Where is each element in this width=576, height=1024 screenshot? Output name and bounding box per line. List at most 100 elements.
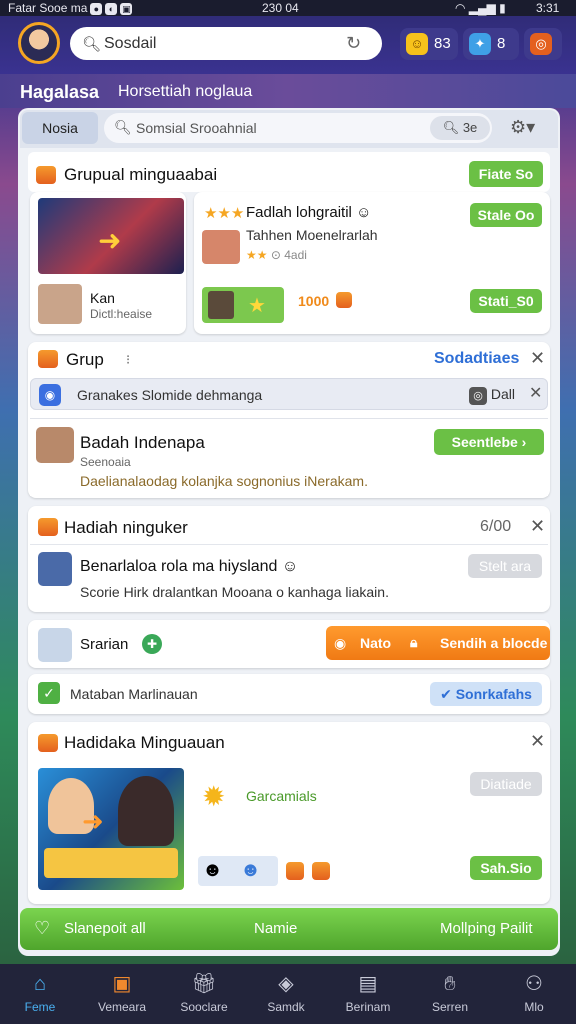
arrow-icon: ➜ bbox=[98, 225, 122, 256]
nav-label: Vemeara bbox=[97, 1000, 147, 1014]
face-icon: ◐ bbox=[105, 3, 118, 15]
collect-button[interactable]: Sah.Sio bbox=[470, 856, 542, 880]
item-desc: Daelianalaodag kolanjka sognonius iNerak… bbox=[80, 473, 368, 489]
box-icon bbox=[38, 350, 58, 368]
section-link[interactable]: Sodadtiaes bbox=[434, 350, 519, 368]
nav-gift[interactable]: 🎁︎ Sooclare bbox=[164, 970, 244, 1014]
nav-people[interactable]: ⚇ Mlo bbox=[494, 970, 574, 1014]
row-label: Srarian bbox=[80, 636, 129, 653]
section-title: Hadidaka Minguauan bbox=[64, 733, 225, 752]
close-icon[interactable]: ✕ bbox=[530, 731, 545, 752]
panel-search-placeholder: Somsial Srooahnial bbox=[136, 120, 257, 136]
refresh-icon[interactable]: ↻ bbox=[346, 33, 361, 54]
section-button[interactable]: Fiate So bbox=[469, 161, 543, 187]
row-label: Mataban Marlinauan bbox=[70, 686, 198, 702]
box-icon bbox=[336, 292, 352, 308]
nav-home[interactable]: ⌂ Feme bbox=[0, 970, 80, 1014]
reward-button[interactable]: Diatiade bbox=[470, 772, 542, 796]
section-title: Grupual minguaabai bbox=[64, 165, 218, 184]
box-icon bbox=[312, 862, 330, 880]
avatar bbox=[38, 284, 82, 324]
nav-label: Serren bbox=[431, 1000, 469, 1014]
nav-label: Feme bbox=[24, 1000, 56, 1014]
gem-counter[interactable]: ✦ 8 bbox=[463, 28, 519, 60]
status-button[interactable]: Stati_S0 bbox=[470, 289, 542, 313]
item-title: Badah Indenapa bbox=[80, 433, 205, 452]
stars-icon: ★★★ bbox=[204, 205, 245, 222]
nav-label: Berinam bbox=[345, 1000, 391, 1014]
reward-title: Fadlah lohgraitil ☺ bbox=[246, 204, 372, 221]
avatar[interactable] bbox=[18, 22, 60, 64]
promo-image: ➜ bbox=[38, 768, 184, 890]
row-button[interactable]: ✔ Sonrkafahs bbox=[430, 682, 542, 706]
bar-center-label[interactable]: Namie bbox=[254, 920, 297, 937]
cube-icon: ◈ bbox=[278, 973, 294, 995]
home-icon: ⌂ bbox=[33, 973, 47, 995]
nav-label: Mlo bbox=[524, 1000, 544, 1014]
friend-sub: Dictl:heaise bbox=[90, 307, 153, 321]
orange-left-label: Nato bbox=[360, 635, 392, 651]
bottom-action-bar[interactable]: ♡ Slanepoit all Namie Mollping Pailit bbox=[20, 908, 558, 950]
special-counter[interactable]: ◎ bbox=[524, 28, 562, 60]
claim-button[interactable]: Stale Oo bbox=[470, 203, 542, 227]
status-bar: Fatar Sooe ma ● ◐ ▣ 230 04 ◠ ▂▄▆ ▮ 3:31 bbox=[0, 0, 576, 16]
item-button[interactable]: Seentlebe › bbox=[434, 429, 544, 455]
orange-right-label: Sendih a blocde bbox=[440, 635, 548, 651]
notice-action[interactable]: ◎ Dall bbox=[469, 386, 515, 405]
bar-right-label[interactable]: Mollping Pailit bbox=[440, 920, 533, 937]
bar-left-label[interactable]: Slanepoit all bbox=[64, 920, 146, 937]
prize-tile: ★ bbox=[202, 287, 284, 323]
notice-text: Granakes Slomide dehmanga bbox=[77, 387, 263, 403]
panel-search-button[interactable]: 🔍︎ 3e bbox=[430, 116, 490, 140]
nav-handshake[interactable]: ✋︎ Serren bbox=[410, 970, 490, 1014]
check-icon: ✚ bbox=[142, 634, 162, 654]
lock-icon: 🔒︎ bbox=[410, 634, 418, 650]
search-text: Sosdail bbox=[104, 35, 157, 52]
item-title: Benarlaloa rola ma hiysland ☺ bbox=[80, 558, 299, 575]
item-desc: Scorie Hirk dralantkan Mooana o kanhaga … bbox=[80, 584, 389, 600]
gem-icon: ✦ bbox=[469, 33, 491, 55]
nav-box[interactable]: ▣ Vemeara bbox=[82, 970, 162, 1014]
gift-icon: 🎁︎ bbox=[191, 973, 217, 995]
badge-icon: ✹ bbox=[202, 781, 226, 812]
close-icon[interactable]: ✕ bbox=[530, 516, 545, 537]
notice-bar: ◉ Granakes Slomide dehmanga ◎ Dall ✕ bbox=[30, 378, 548, 410]
coin-icon: ◉ bbox=[334, 635, 347, 651]
search-input[interactable]: 🔍︎ Sosdail ↻ bbox=[70, 27, 382, 60]
people-icon: ⚇ bbox=[525, 973, 543, 995]
handshake-icon: ✋︎ bbox=[444, 973, 456, 995]
close-icon[interactable]: ✕ bbox=[530, 348, 545, 369]
box-icon bbox=[286, 862, 304, 880]
orange-action-button[interactable]: ◉ Nato 🔒︎ Sendih a blocde bbox=[326, 626, 550, 660]
character-icon: ☻ bbox=[202, 859, 224, 881]
checkbox[interactable]: ✓ bbox=[38, 682, 60, 704]
box-icon bbox=[38, 518, 58, 536]
section-count: 6/00 bbox=[480, 518, 512, 535]
list-item[interactable]: Badah Indenapa Seenoaia Daelianalaodag k… bbox=[30, 418, 548, 496]
arrow-icon: ➜ bbox=[82, 806, 104, 836]
star-icon: ★ bbox=[248, 295, 266, 317]
box-icon: ▣ bbox=[120, 3, 133, 15]
search-icon: 🔍︎ bbox=[82, 36, 102, 53]
friend-name: Kan bbox=[90, 290, 115, 306]
gear-icon[interactable]: ⚙▾ bbox=[510, 117, 535, 138]
avatar bbox=[118, 776, 174, 846]
close-icon[interactable]: ✕ bbox=[529, 383, 542, 403]
box-icon: ▣ bbox=[112, 973, 132, 995]
item-button[interactable]: Stelt ara bbox=[468, 554, 542, 578]
avatar bbox=[202, 230, 240, 264]
coin-counter[interactable]: ☺ 83 bbox=[400, 28, 458, 60]
tab-active[interactable]: Nosia bbox=[22, 112, 98, 144]
gem-value: 8 bbox=[497, 35, 506, 52]
nav-present[interactable]: ▤ Berinam bbox=[328, 970, 408, 1014]
page-title: Hagalasa bbox=[20, 82, 100, 102]
panel-search-input[interactable]: 🔍︎ Somsial Srooahnial 🔍︎ 3e bbox=[104, 113, 492, 143]
divider bbox=[30, 544, 548, 545]
friend-photo: ➜ bbox=[38, 198, 184, 274]
reward-rating: ★★ ⊙ 4adi bbox=[246, 248, 307, 262]
status-left: Fatar Sooe ma ● ◐ ▣ bbox=[8, 1, 133, 15]
heart-icon: ♡ bbox=[34, 918, 51, 938]
info-icon: ◉ bbox=[39, 384, 61, 406]
nav-cube[interactable]: ◈ Samdk bbox=[246, 970, 326, 1014]
promo-banner bbox=[44, 848, 178, 878]
